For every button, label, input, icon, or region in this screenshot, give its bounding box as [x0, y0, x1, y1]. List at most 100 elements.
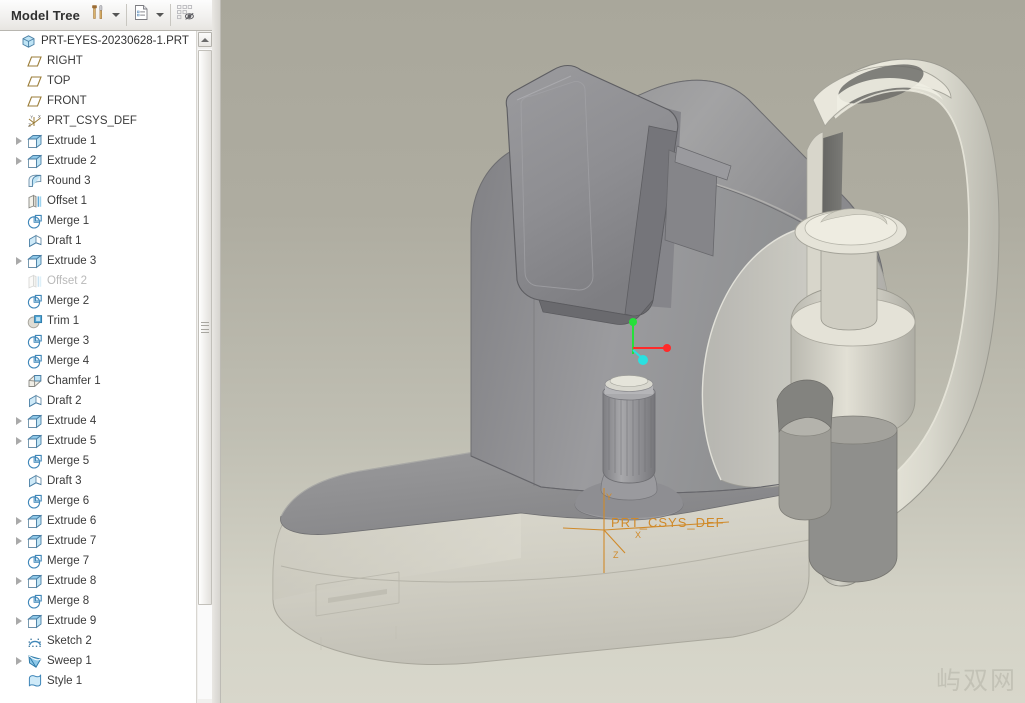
tree-item-label: Merge 7: [47, 555, 90, 567]
tree-item[interactable]: RIGHT: [0, 51, 196, 71]
extrude-icon: [25, 531, 44, 551]
cad-model-render: Y X Z: [272, 58, 1000, 666]
tree-item[interactable]: Sweep 1: [0, 651, 196, 671]
tree-item[interactable]: Draft 3: [0, 471, 196, 491]
tree-item-label: Extrude 9: [47, 615, 97, 627]
scrollbar-thumb[interactable]: [198, 50, 212, 605]
hammer-screwdriver-icon: [89, 4, 107, 27]
tree-item[interactable]: Offset 1: [0, 191, 196, 211]
datum-plane-icon: [25, 91, 44, 111]
tree-item[interactable]: Merge 7: [0, 551, 196, 571]
tree-item[interactable]: Extrude 6: [0, 511, 196, 531]
expand-toggle-icon[interactable]: [12, 411, 25, 431]
tree-item-label: Extrude 5: [47, 435, 97, 447]
tree-item[interactable]: Extrude 1: [0, 131, 196, 151]
extrude-icon: [25, 131, 44, 151]
tree-item[interactable]: Draft 1: [0, 231, 196, 251]
tree-item[interactable]: Extrude 5: [0, 431, 196, 451]
tree-item[interactable]: TOP: [0, 71, 196, 91]
tree-item-label: Sketch 2: [47, 635, 92, 647]
tree-item[interactable]: Extrude 9: [0, 611, 196, 631]
tree-item[interactable]: Extrude 8: [0, 571, 196, 591]
svg-text:X: X: [635, 530, 641, 540]
merge-icon: [25, 331, 44, 351]
tree-item[interactable]: Offset 2: [0, 271, 196, 291]
expand-toggle-icon[interactable]: [12, 611, 25, 631]
offset-icon: [25, 271, 44, 291]
tree-item[interactable]: Merge 3: [0, 331, 196, 351]
expand-toggle-icon[interactable]: [12, 531, 25, 551]
tree-item[interactable]: Extrude 2: [0, 151, 196, 171]
merge-icon: [25, 491, 44, 511]
tree-item-label: Extrude 2: [47, 155, 97, 167]
tree-item-label: Merge 1: [47, 215, 90, 227]
tree-item-label: Extrude 4: [47, 415, 97, 427]
tree-filter-button[interactable]: [174, 3, 198, 27]
svg-text:Y: Y: [606, 492, 612, 502]
extrude-icon: [25, 611, 44, 631]
tree-item-label: Chamfer 1: [47, 375, 101, 387]
tools-dropdown-button[interactable]: [110, 3, 123, 27]
tree-item-label: PRT_CSYS_DEF: [47, 115, 137, 127]
tree-item[interactable]: Merge 4: [0, 351, 196, 371]
tree-settings-button[interactable]: [130, 3, 154, 27]
expand-toggle-icon[interactable]: [12, 431, 25, 451]
tree-item[interactable]: Extrude 4: [0, 411, 196, 431]
tree-item[interactable]: Merge 5: [0, 451, 196, 471]
tree-item[interactable]: FRONT: [0, 91, 196, 111]
tree-settings-dropdown-button[interactable]: [154, 3, 167, 27]
model-tree-scrollbar[interactable]: [196, 31, 212, 703]
tree-item[interactable]: Merge 1: [0, 211, 196, 231]
tools-button[interactable]: [86, 3, 110, 27]
expand-toggle-icon[interactable]: [12, 151, 25, 171]
extrude-icon: [25, 151, 44, 171]
model-tree-toolbar: Model Tree: [0, 0, 212, 31]
tree-item[interactable]: Chamfer 1: [0, 371, 196, 391]
tree-item[interactable]: Round 3: [0, 171, 196, 191]
tree-item[interactable]: Y X Z PRT_CSYS_DEF: [0, 111, 196, 131]
tree-item-label: Trim 1: [47, 315, 80, 327]
tree-item-label: Extrude 7: [47, 535, 97, 547]
sketch-icon: [25, 631, 44, 651]
tree-item[interactable]: Extrude 3: [0, 251, 196, 271]
tree-item[interactable]: Merge 8: [0, 591, 196, 611]
tree-item[interactable]: Trim 1: [0, 311, 196, 331]
tree-item-root[interactable]: PRT-EYES-20230628-1.PRT: [0, 31, 196, 51]
tree-item[interactable]: Sketch 2: [0, 631, 196, 651]
chevron-down-icon: [156, 13, 165, 17]
document-list-icon: [133, 4, 150, 26]
3d-viewport[interactable]: Y X Z PRT_CSYS_DEF 屿双网: [221, 0, 1025, 703]
tree-item[interactable]: Merge 6: [0, 491, 196, 511]
toolbar-divider-1: [125, 4, 127, 26]
expand-toggle-icon[interactable]: [12, 651, 25, 671]
tree-item[interactable]: Style 1: [0, 671, 196, 691]
scrollbar-up-button[interactable]: [198, 32, 212, 47]
expand-toggle-icon[interactable]: [12, 571, 25, 591]
expand-toggle-icon[interactable]: [12, 251, 25, 271]
round-icon: [25, 171, 44, 191]
cad-application-window: Model Tree PRT-EYES-20230628-1.PRT RIGHT…: [0, 0, 1025, 703]
expand-toggle-icon[interactable]: [12, 131, 25, 151]
style-icon: [25, 671, 44, 691]
extrude-icon: [25, 411, 44, 431]
tree-item-label: Merge 8: [47, 595, 90, 607]
tree-item[interactable]: Merge 2: [0, 291, 196, 311]
tree-item-label: TOP: [47, 75, 71, 87]
merge-icon: [25, 351, 44, 371]
model-tree-list[interactable]: PRT-EYES-20230628-1.PRT RIGHT TOP FRONT Y X Z P…: [0, 31, 196, 703]
panel-splitter[interactable]: [212, 0, 221, 703]
tree-item[interactable]: Extrude 7: [0, 531, 196, 551]
svg-text:Z: Z: [613, 550, 619, 560]
expand-toggle-icon[interactable]: [12, 511, 25, 531]
toolbar-divider-2: [169, 4, 171, 26]
model-tree-panel: Model Tree PRT-EYES-20230628-1.PRT RIGHT…: [0, 0, 212, 703]
tree-item-label: FRONT: [47, 95, 87, 107]
tree-item[interactable]: Draft 2: [0, 391, 196, 411]
